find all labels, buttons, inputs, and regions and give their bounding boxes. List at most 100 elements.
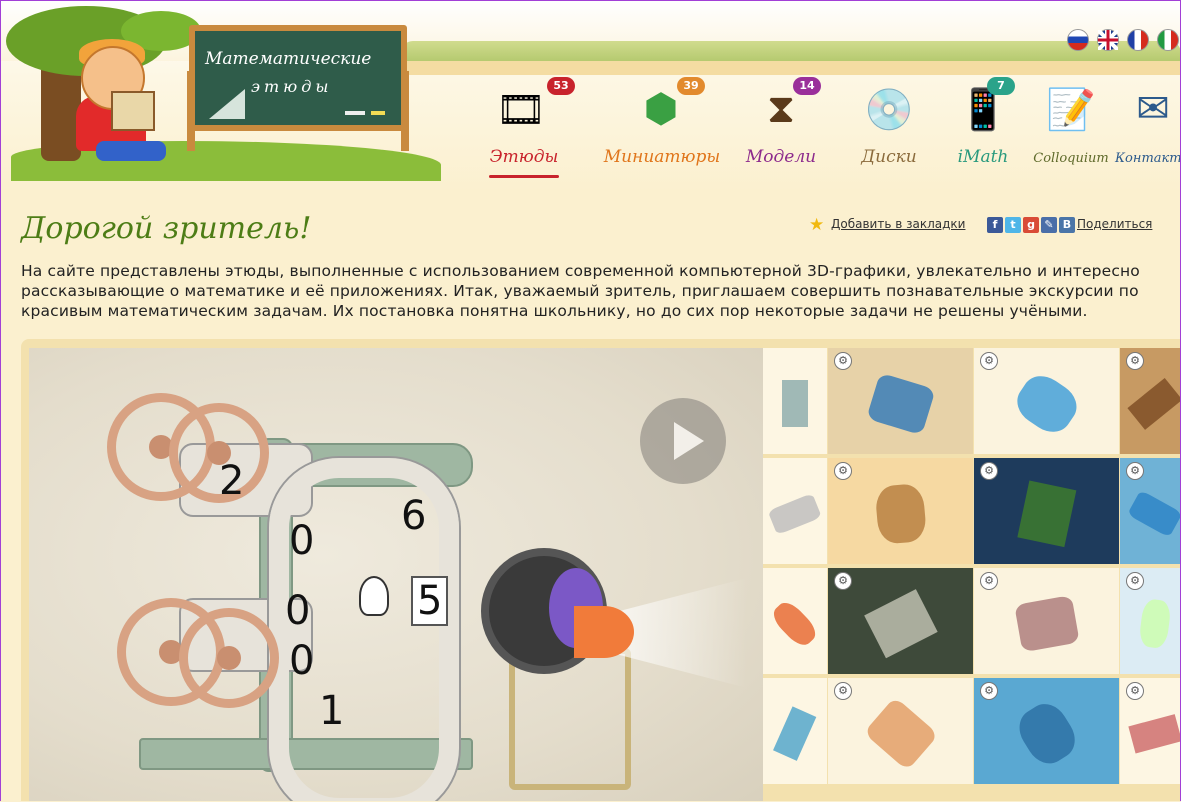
- nav-badge: 14: [793, 77, 821, 95]
- film-digit: 0: [289, 638, 315, 684]
- flag-en-icon[interactable]: [1097, 29, 1119, 51]
- reel-icon: ⚙: [1126, 352, 1144, 370]
- thumbnail-art: [1138, 598, 1172, 650]
- logo-subtitle: этюды: [251, 77, 333, 96]
- nav-label: iMath: [957, 147, 1009, 167]
- reel-icon: ⚙: [834, 682, 852, 700]
- thumbnail-item[interactable]: ⚙: [828, 678, 973, 784]
- thumbnail-grid: ⚙ ⚙ ⚙ ⚙ ⚙ ⚙ ⚙ ⚙ ⚙ ⚙ ⚙ ⚙: [763, 348, 1180, 801]
- thumbnail-art: [1013, 595, 1080, 653]
- thumbnail-art: [1128, 713, 1180, 754]
- reel-icon: ⚙: [980, 682, 998, 700]
- thumbnail-item[interactable]: ⚙: [1120, 678, 1180, 784]
- thumbnail-item[interactable]: ⚙: [974, 348, 1119, 454]
- nav-label: Миниатюры: [603, 147, 721, 167]
- chalk: [371, 111, 385, 115]
- thumbnail-item[interactable]: [763, 348, 827, 454]
- film-reel-icon: 🎞: [495, 86, 547, 133]
- star-icon[interactable]: ★: [809, 215, 824, 235]
- nav-badge: 53: [547, 77, 575, 95]
- thumbnail-item[interactable]: ⚙: [828, 458, 973, 564]
- reel-icon: ⚙: [1126, 682, 1144, 700]
- active-underline: [489, 175, 559, 178]
- flag-it-icon[interactable]: [1157, 29, 1179, 51]
- thumbnail-item[interactable]: [763, 568, 827, 674]
- play-button[interactable]: [640, 398, 726, 484]
- flag-fr-icon[interactable]: [1127, 29, 1149, 51]
- vkontakte-icon[interactable]: В: [1059, 217, 1075, 233]
- nav-label: Модели: [745, 147, 817, 167]
- nav-label: Этюды: [489, 147, 559, 167]
- film-digit: 0: [285, 588, 311, 634]
- nav-label: Диски: [861, 147, 917, 167]
- thumbnail-item[interactable]: ⚙: [974, 458, 1119, 564]
- nav-label: Colloquium: [1033, 151, 1109, 166]
- thumbnail-item[interactable]: [763, 678, 827, 784]
- lightbulb-icon: [359, 576, 389, 616]
- nav-etudes[interactable]: 🎞 53 Этюды: [469, 71, 579, 191]
- thumbnail-item[interactable]: ⚙: [974, 678, 1119, 784]
- film-digit: 0: [289, 518, 315, 564]
- thumbnail-art: [1009, 367, 1084, 440]
- book-icon: [111, 91, 155, 131]
- nav-contacts[interactable]: ✉ Контакты: [1109, 71, 1181, 191]
- site-logo-board[interactable]: Математические этюды: [189, 25, 407, 131]
- nav-colloquium[interactable]: 📝 Colloquium: [1021, 71, 1121, 191]
- thumbnail-art: [1127, 377, 1180, 430]
- film-reel: [179, 608, 279, 708]
- thumbnail-art: [773, 706, 817, 761]
- set-square-icon: [209, 89, 245, 119]
- boy-legs: [96, 141, 166, 161]
- page-frame: Математические этюды 🎞 53 Этюды ⬢ 39 Мин…: [0, 0, 1181, 801]
- thumbnail-art: [768, 492, 822, 535]
- thumbnail-art: [782, 379, 808, 428]
- nav-miniatures[interactable]: ⬢ 39 Миниатюры: [597, 71, 727, 191]
- logo-title: Математические: [205, 49, 372, 69]
- thumbnail-item[interactable]: ⚙: [1120, 568, 1180, 674]
- thumbnail-art: [874, 482, 927, 545]
- thumbnail-item[interactable]: ⚙: [1120, 348, 1180, 454]
- facebook-icon[interactable]: f: [987, 217, 1003, 233]
- reel-icon: ⚙: [1126, 462, 1144, 480]
- disc-icon: 💿: [864, 86, 914, 133]
- thumbnail-art: [1017, 480, 1076, 547]
- livejournal-icon[interactable]: ✎: [1041, 217, 1057, 233]
- mail-icon: ✉: [1136, 86, 1170, 132]
- film-digit: 6: [401, 493, 427, 539]
- share-link[interactable]: Поделиться: [1077, 217, 1152, 231]
- page-title: Дорогой зритель!: [21, 211, 312, 246]
- nav-discs[interactable]: 💿 Диски: [839, 71, 939, 191]
- reel-icon: ⚙: [980, 352, 998, 370]
- video-player[interactable]: 2 0 6 5 0 0 1: [29, 348, 763, 801]
- twitter-icon[interactable]: t: [1005, 217, 1021, 233]
- thumbnail-item[interactable]: ⚙: [1120, 458, 1180, 564]
- thumbnail-item[interactable]: ⚙: [974, 568, 1119, 674]
- film-digit: 1: [319, 688, 345, 734]
- nav-imath[interactable]: 📱 7 iMath: [933, 71, 1033, 191]
- film-digit: 5: [411, 576, 449, 626]
- reel-icon: ⚙: [980, 462, 998, 480]
- nav-badge: 7: [987, 77, 1015, 95]
- reel-icon: ⚙: [1126, 572, 1144, 590]
- add-bookmark-link[interactable]: Добавить в закладки: [831, 217, 965, 231]
- thumbnail-art: [863, 589, 938, 659]
- reel-icon: ⚙: [834, 462, 852, 480]
- thumbnail-item[interactable]: ⚙: [828, 568, 973, 674]
- reel-icon: ⚙: [834, 352, 852, 370]
- intro-text: На сайте представлены этюды, выполненные…: [21, 262, 1140, 320]
- thumbnail-art: [1127, 489, 1180, 538]
- thumbnail-art: [862, 696, 939, 771]
- thumbnail-art: [769, 597, 821, 650]
- light-cone: [574, 606, 634, 658]
- reel-icon: ⚙: [980, 572, 998, 590]
- film-digit: 2: [219, 458, 245, 504]
- nav-models[interactable]: ⧗ 14 Модели: [731, 71, 831, 191]
- notes-icon: 📝: [1046, 86, 1096, 133]
- thumbnail-item[interactable]: [763, 458, 827, 564]
- thumbnail-art: [1010, 696, 1083, 771]
- google-icon[interactable]: g: [1023, 217, 1039, 233]
- reel-icon: ⚙: [834, 572, 852, 590]
- nav-label: Контакты: [1115, 151, 1181, 166]
- flag-ru-icon[interactable]: [1067, 29, 1089, 51]
- thumbnail-item[interactable]: ⚙: [828, 348, 973, 454]
